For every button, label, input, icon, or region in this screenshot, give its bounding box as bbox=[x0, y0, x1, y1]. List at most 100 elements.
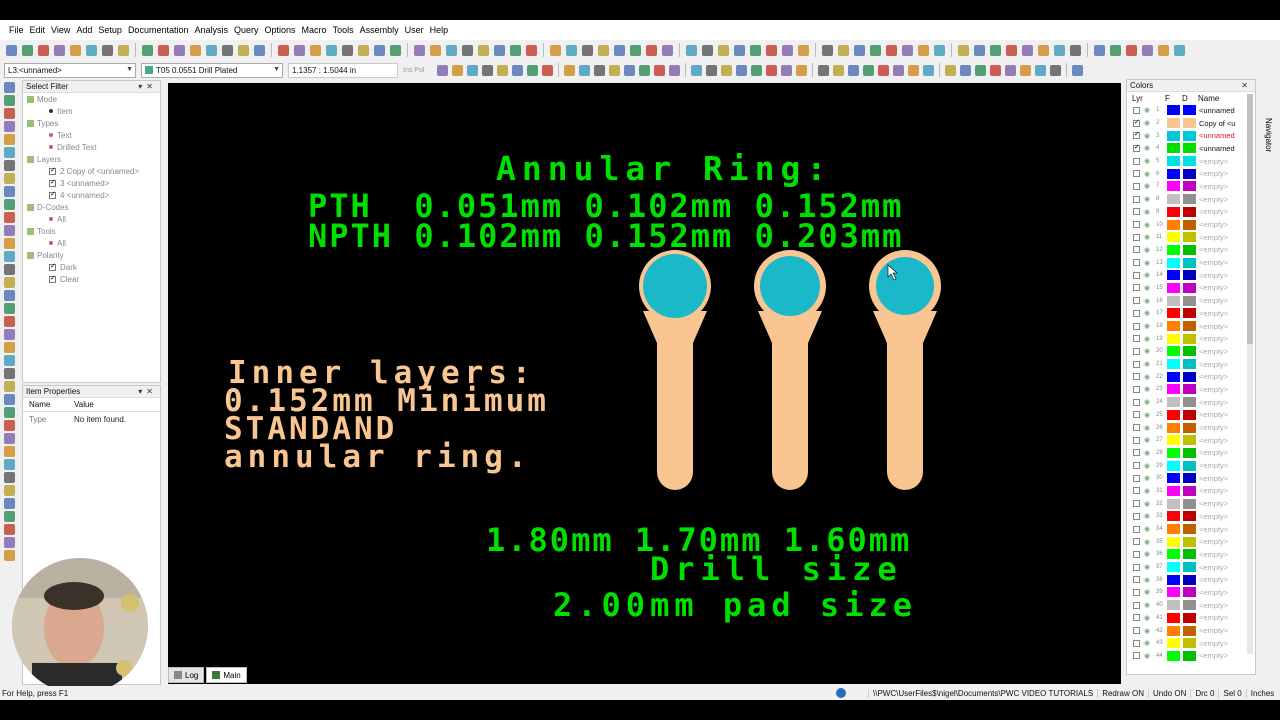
left-tool-icon[interactable] bbox=[4, 485, 15, 496]
toolbar-tool-icon[interactable] bbox=[238, 44, 249, 56]
layer-color-row[interactable]: ◉ 8 <empty> bbox=[1127, 193, 1255, 206]
toolbar-tool-icon[interactable] bbox=[886, 44, 897, 56]
toolbar-tool-icon[interactable] bbox=[1006, 44, 1017, 56]
draw-color-swatch[interactable] bbox=[1183, 194, 1196, 205]
filter-row[interactable]: Clear bbox=[27, 273, 160, 285]
layer-visible-checkbox[interactable] bbox=[1133, 284, 1140, 292]
layer-visible-checkbox[interactable] bbox=[1133, 652, 1140, 660]
flash-color-swatch[interactable] bbox=[1167, 587, 1180, 598]
drawing-canvas[interactable]: Annular Ring: PTH 0.051mm 0.102mm 0.152m… bbox=[168, 83, 1121, 684]
toolbar-tool-icon[interactable] bbox=[102, 44, 113, 56]
left-tool-icon[interactable] bbox=[4, 264, 15, 275]
left-tool-icon[interactable] bbox=[4, 290, 15, 301]
layer-visible-checkbox[interactable] bbox=[1133, 563, 1140, 571]
layer-visible-checkbox[interactable] bbox=[1133, 576, 1140, 584]
menu-file[interactable]: File bbox=[6, 25, 27, 35]
layer-color-row[interactable]: ◉ 16 <empty> bbox=[1127, 294, 1255, 307]
menu-macro[interactable]: Macro bbox=[299, 25, 330, 35]
layer-visible-checkbox[interactable] bbox=[1133, 170, 1140, 178]
eye-icon[interactable]: ◉ bbox=[1144, 208, 1156, 216]
eye-icon[interactable]: ◉ bbox=[1144, 627, 1156, 635]
eye-icon[interactable]: ◉ bbox=[1144, 233, 1156, 241]
draw-color-swatch[interactable] bbox=[1183, 295, 1196, 306]
eye-icon[interactable]: ◉ bbox=[1144, 385, 1156, 393]
left-tool-icon[interactable] bbox=[4, 173, 15, 184]
toolbar-tool-icon[interactable] bbox=[1070, 44, 1081, 56]
pad-1[interactable] bbox=[639, 250, 711, 490]
draw-color-swatch[interactable] bbox=[1183, 549, 1196, 560]
toolbar-tool-icon[interactable] bbox=[766, 44, 777, 56]
layer-visible-checkbox[interactable] bbox=[1133, 182, 1140, 190]
eye-icon[interactable]: ◉ bbox=[1144, 576, 1156, 584]
flash-color-swatch[interactable] bbox=[1167, 397, 1180, 408]
layer-visible-checkbox[interactable] bbox=[1133, 487, 1140, 495]
eye-icon[interactable]: ◉ bbox=[1144, 588, 1156, 596]
toolbar-tool-icon[interactable] bbox=[908, 64, 920, 76]
eye-icon[interactable]: ◉ bbox=[1144, 322, 1156, 330]
toolbar-tool-icon[interactable] bbox=[960, 64, 972, 76]
toolbar-tool-icon[interactable] bbox=[510, 44, 521, 56]
left-tool-icon[interactable] bbox=[4, 199, 15, 210]
layer-color-row[interactable]: ◉ 31 <empty> bbox=[1127, 485, 1255, 498]
layer-visible-checkbox[interactable] bbox=[1133, 639, 1140, 647]
eye-icon[interactable]: ◉ bbox=[1144, 259, 1156, 267]
flash-color-swatch[interactable] bbox=[1167, 244, 1180, 255]
eye-icon[interactable]: ◉ bbox=[1144, 297, 1156, 305]
eye-icon[interactable]: ◉ bbox=[1144, 436, 1156, 444]
flash-color-swatch[interactable] bbox=[1167, 359, 1180, 370]
layer-color-row[interactable]: ◉ 10 <empty> bbox=[1127, 218, 1255, 231]
left-tool-icon[interactable] bbox=[4, 329, 15, 340]
toolbar-tool-icon[interactable] bbox=[662, 44, 673, 56]
toolbar-tool-icon[interactable] bbox=[863, 64, 875, 76]
eye-icon[interactable]: ◉ bbox=[1144, 195, 1156, 203]
checkbox[interactable] bbox=[49, 178, 56, 187]
toolbar-tool-icon[interactable] bbox=[893, 64, 905, 76]
left-tool-icon[interactable] bbox=[4, 537, 15, 548]
eye-icon[interactable]: ◉ bbox=[1144, 512, 1156, 520]
toolbar-tool-icon[interactable] bbox=[990, 64, 1002, 76]
flash-color-swatch[interactable] bbox=[1167, 562, 1180, 573]
toolbar-tool-icon[interactable] bbox=[838, 44, 849, 56]
flash-color-swatch[interactable] bbox=[1167, 371, 1180, 382]
flash-color-swatch[interactable] bbox=[1167, 435, 1180, 446]
close-icon[interactable]: ✕ bbox=[1241, 81, 1255, 90]
draw-color-swatch[interactable] bbox=[1183, 524, 1196, 535]
left-tool-icon[interactable] bbox=[4, 186, 15, 197]
toolbar-tool-icon[interactable] bbox=[706, 64, 718, 76]
left-tool-icon[interactable] bbox=[4, 355, 15, 366]
layer-color-row[interactable]: ◉3 <unnamed bbox=[1127, 129, 1255, 142]
draw-color-swatch[interactable] bbox=[1183, 409, 1196, 420]
toolbar-tool-icon[interactable] bbox=[6, 44, 17, 56]
layer-visible-checkbox[interactable] bbox=[1133, 474, 1140, 482]
left-tool-icon[interactable] bbox=[4, 108, 15, 119]
layer-visible-checkbox[interactable] bbox=[1133, 347, 1140, 355]
flash-color-swatch[interactable] bbox=[1167, 156, 1180, 167]
draw-color-swatch[interactable] bbox=[1183, 460, 1196, 471]
toolbar-tool-icon[interactable] bbox=[945, 64, 957, 76]
toolbar-tool-icon[interactable] bbox=[782, 44, 793, 56]
toolbar-tool-icon[interactable] bbox=[1126, 44, 1137, 56]
filter-row[interactable]: Mode bbox=[27, 93, 160, 105]
layer-visible-checkbox[interactable] bbox=[1133, 512, 1140, 520]
toolbar-tool-icon[interactable] bbox=[818, 64, 830, 76]
flash-color-swatch[interactable] bbox=[1167, 460, 1180, 471]
toolbar-tool-icon[interactable] bbox=[654, 64, 666, 76]
checkbox[interactable] bbox=[49, 166, 56, 175]
draw-color-swatch[interactable] bbox=[1183, 181, 1196, 192]
layer-visible-checkbox[interactable] bbox=[1133, 538, 1140, 546]
draw-color-swatch[interactable] bbox=[1183, 359, 1196, 370]
eye-icon[interactable]: ◉ bbox=[1144, 487, 1156, 495]
draw-color-swatch[interactable] bbox=[1183, 511, 1196, 522]
toolbar-tool-icon[interactable] bbox=[467, 64, 479, 76]
toolbar-tool-icon[interactable] bbox=[870, 44, 881, 56]
toolbar-tool-icon[interactable] bbox=[374, 44, 385, 56]
colors-scroll-thumb[interactable] bbox=[1247, 94, 1253, 344]
flash-color-swatch[interactable] bbox=[1167, 118, 1180, 129]
toolbar-tool-icon[interactable] bbox=[669, 64, 681, 76]
menu-add[interactable]: Add bbox=[73, 25, 95, 35]
toolbar-tool-icon[interactable] bbox=[437, 64, 449, 76]
eye-icon[interactable]: ◉ bbox=[1144, 335, 1156, 343]
layer-color-row[interactable]: ◉ 44 <empty> bbox=[1127, 650, 1255, 663]
toolbar-tool-icon[interactable] bbox=[542, 64, 554, 76]
eye-icon[interactable]: ◉ bbox=[1144, 398, 1156, 406]
